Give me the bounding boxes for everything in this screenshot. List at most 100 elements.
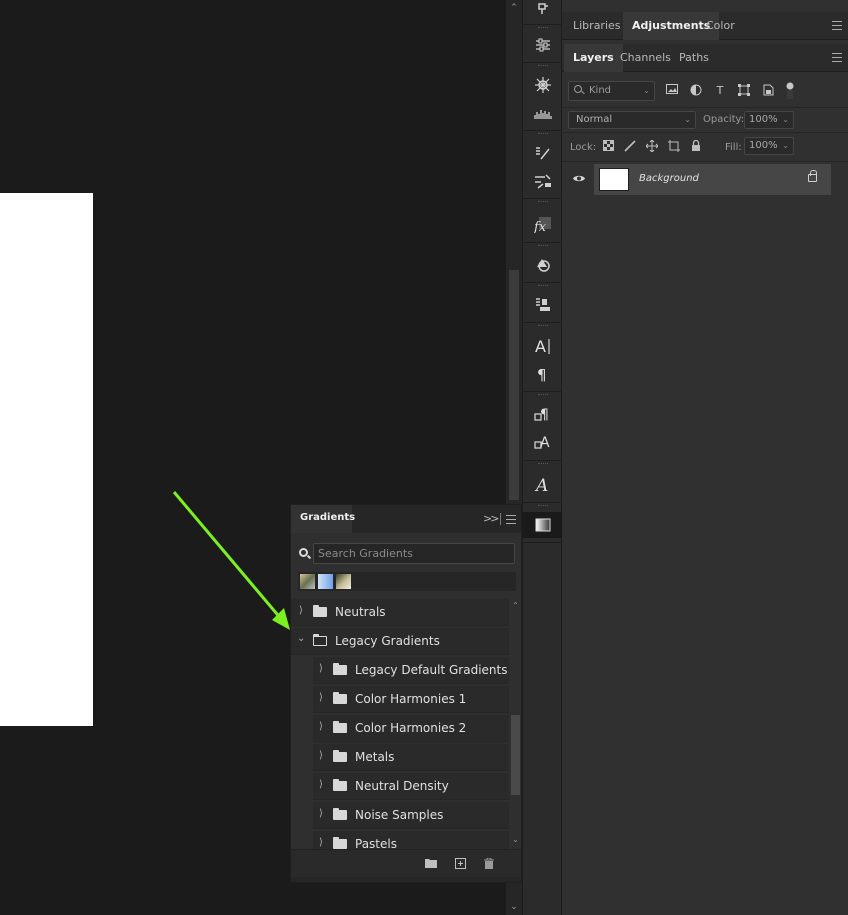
type-filter-icon[interactable]: T [713, 84, 727, 98]
kind-filter-label: Kind [589, 85, 612, 96]
folder-label: Neutrals [335, 605, 386, 619]
scrollbar-thumb[interactable] [509, 270, 519, 500]
visibility-eye-icon[interactable] [573, 174, 585, 184]
lock-position-move-icon[interactable] [645, 139, 659, 154]
svg-text:fx: fx [534, 220, 547, 233]
folder-item[interactable]: ⟩ Neutral Density [313, 773, 509, 800]
tab-libraries[interactable]: Libraries [564, 12, 630, 40]
chevron-right-icon[interactable]: ⟩ [319, 721, 323, 732]
folder-icon [333, 837, 347, 849]
chevron-right-icon[interactable]: ⟩ [319, 663, 323, 674]
blend-mode-select[interactable]: Normal ⌄ [568, 111, 696, 129]
folder-icon [333, 779, 347, 791]
svg-text:A: A [535, 337, 546, 355]
gradient-folder-list: ⟩ Neutrals ⌄ Legacy Gradients ⟩ Legacy D… [291, 599, 509, 849]
fx-styles-icon[interactable]: fx [523, 212, 563, 238]
lock-label: Lock: [570, 142, 597, 153]
folder-item[interactable]: ⟩ Pastels [313, 831, 509, 849]
search-icon [574, 85, 582, 93]
chevron-right-icon[interactable]: ⟩ [319, 692, 323, 703]
layers-panel-tabs: Layers Channels Paths [562, 44, 848, 72]
compass-wheel-icon[interactable] [523, 72, 563, 98]
histogram-icon[interactable] [523, 100, 563, 126]
folder-item[interactable]: ⟩ Neutrals [291, 599, 509, 626]
chevron-right-icon[interactable]: ⟩ [319, 779, 323, 790]
lock-all-icon[interactable] [689, 139, 703, 154]
glyphs-icon[interactable]: A [523, 472, 563, 498]
scroll-up-icon[interactable]: ⌃ [509, 3, 519, 13]
scroll-down-icon[interactable]: ⌄ [511, 835, 520, 844]
chevron-down-icon: ⌄ [684, 115, 691, 124]
layer-name[interactable]: Background [639, 173, 699, 184]
chevron-down-icon[interactable]: ⌄ [782, 138, 789, 154]
document-canvas[interactable] [0, 193, 93, 726]
lock-pixels-brush-icon[interactable] [623, 140, 637, 154]
shapes-icon[interactable] [523, 252, 563, 278]
folder-item[interactable]: ⟩ Metals [313, 744, 509, 771]
scroll-up-icon[interactable]: ⌃ [511, 601, 520, 610]
chevron-right-icon[interactable]: ⟩ [299, 605, 303, 616]
lock-row: Lock: Fill: 100% ⌄ [562, 134, 848, 162]
folder-icon [333, 808, 347, 820]
gradients-menu-icon[interactable] [506, 515, 516, 524]
panel-resize-grip[interactable] [291, 877, 521, 882]
recent-gradient-swatch[interactable] [318, 574, 333, 589]
character-icon[interactable]: A [523, 333, 563, 359]
tab-color[interactable]: Color [697, 12, 744, 40]
new-gradient-icon[interactable] [454, 858, 466, 869]
lock-artboard-icon[interactable] [667, 140, 681, 154]
search-icon [299, 548, 308, 557]
layers-menu-icon[interactable] [832, 53, 842, 62]
recent-gradient-swatch[interactable] [300, 574, 315, 589]
kind-filter-select[interactable]: Kind ⌄ [568, 81, 655, 101]
adjustments-sliders-icon[interactable] [523, 32, 563, 58]
trash-icon[interactable] [483, 857, 495, 869]
folder-item[interactable]: ⟩ Noise Samples [313, 802, 509, 829]
adjustment-filter-icon[interactable] [689, 84, 703, 98]
chevron-down-icon[interactable]: ⌄ [782, 112, 789, 128]
gradients-icon[interactable] [523, 512, 563, 538]
header-divider [500, 513, 501, 525]
clone-source-icon[interactable] [523, 292, 563, 318]
tab-gradients[interactable]: Gradients [291, 505, 355, 533]
folder-label: Legacy Gradients [335, 634, 440, 648]
folder-item[interactable]: ⟩ Color Harmonies 2 [313, 715, 509, 742]
scrollbar-thumb[interactable] [511, 715, 520, 795]
brush-settings-icon[interactable] [523, 168, 563, 194]
scroll-down-icon[interactable]: ⌄ [509, 902, 519, 912]
shape-filter-icon[interactable] [737, 84, 751, 98]
filter-toggle-icon[interactable] [783, 82, 797, 99]
folder-item[interactable]: ⌄ Legacy Gradients [291, 628, 509, 655]
chevron-right-icon[interactable]: ⟩ [319, 837, 323, 848]
folder-item[interactable]: ⟩ Color Harmonies 1 [313, 686, 509, 713]
smart-object-filter-icon[interactable] [761, 84, 775, 98]
search-gradients-input[interactable]: Search Gradients [313, 543, 515, 564]
fill-value: 100% [749, 140, 778, 151]
panel-menu-icon[interactable] [832, 21, 842, 30]
collapse-double-chevron-icon[interactable]: >> [483, 512, 500, 525]
character-styles-icon[interactable]: A [523, 429, 563, 455]
fill-input[interactable]: 100% ⌄ [744, 137, 794, 155]
layer-row-background[interactable]: Background [594, 164, 831, 195]
new-folder-icon[interactable] [425, 858, 437, 869]
paragraph-icon[interactable]: ¶ [523, 361, 563, 387]
pixel-filter-icon[interactable] [665, 84, 679, 98]
paragraph-styles-icon[interactable]: ¶ [523, 401, 563, 427]
blend-mode-label: Normal [576, 114, 613, 125]
opacity-input[interactable]: 100% ⌄ [744, 111, 794, 129]
chevron-down-icon[interactable]: ⌄ [297, 633, 305, 644]
svg-text:A: A [534, 476, 548, 494]
folder-label: Legacy Default Gradients [355, 663, 508, 677]
chevron-right-icon[interactable]: ⟩ [319, 750, 323, 761]
lock-transparent-icon[interactable] [601, 140, 615, 154]
folder-item[interactable]: ⟩ Legacy Default Gradients [313, 657, 509, 684]
gradient-list-scrollbar[interactable]: ⌃ ⌄ [510, 599, 521, 849]
history-brush-icon[interactable] [523, 0, 563, 22]
recent-gradient-swatch[interactable] [336, 574, 351, 589]
brush-presets-icon[interactable] [523, 140, 563, 166]
svg-text:¶: ¶ [540, 407, 549, 423]
folder-icon [333, 663, 347, 675]
tab-paths[interactable]: Paths [670, 44, 718, 72]
layer-lock-icon[interactable] [808, 170, 817, 182]
chevron-right-icon[interactable]: ⟩ [319, 808, 323, 819]
